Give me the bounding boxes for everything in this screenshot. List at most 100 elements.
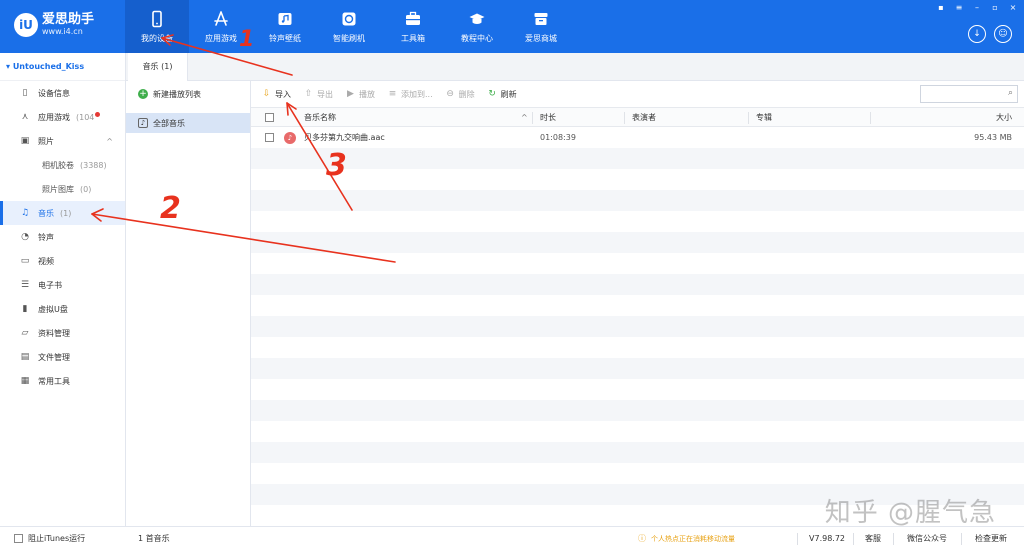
add-to-button[interactable]: ≡ 添加到... <box>387 89 433 100</box>
sidebar-item-ringtones[interactable]: ◔ 铃声 <box>0 225 125 249</box>
select-all-checkbox[interactable] <box>265 113 274 122</box>
table-empty-row <box>251 358 1024 379</box>
menu-button[interactable]: ≡ <box>954 3 964 12</box>
info-icon: ⓘ <box>638 534 646 543</box>
device-name[interactable]: ▾ Untouched_Kiss <box>0 53 125 81</box>
song-size: 95.43 MB <box>974 133 1012 142</box>
header-artist[interactable]: 表演者 <box>632 112 656 123</box>
app-logo: iU 爱思助手 www.i4.cn <box>14 13 94 37</box>
delete-button[interactable]: ⊖ 删除 <box>445 89 474 100</box>
export-button[interactable]: ⇧ 导出 <box>303 89 333 100</box>
watermark: 知乎 @腥气急 <box>824 498 996 528</box>
play-button[interactable]: ▶ 播放 <box>345 89 375 100</box>
sidebar: ▾ Untouched_Kiss ▯ 设备信息 ⋏ 应用游戏 (104 ▣ 照片… <box>0 53 126 526</box>
export-icon: ⇧ <box>304 89 313 99</box>
music-list-icon: ♪ <box>138 118 148 128</box>
table-empty-row <box>251 337 1024 358</box>
nav-apps-games[interactable]: 应用游戏 <box>189 0 253 53</box>
table-empty-row <box>251 253 1024 274</box>
phone-icon <box>152 10 162 27</box>
header-name[interactable]: 音乐名称 <box>304 112 336 123</box>
add-to-icon: ≡ <box>388 89 397 99</box>
table-empty-row <box>251 379 1024 400</box>
import-button[interactable]: ⇩ 导入 <box>261 89 291 100</box>
skin-button[interactable]: ▪ <box>936 3 946 12</box>
song-duration: 01:08:39 <box>540 133 576 142</box>
new-playlist-button[interactable]: + 新建播放列表 <box>126 81 250 107</box>
header-duration[interactable]: 时长 <box>540 112 556 123</box>
sidebar-item-apps[interactable]: ⋏ 应用游戏 (104 <box>0 105 125 129</box>
table-empty-row <box>251 463 1024 484</box>
delete-icon: ⊖ <box>446 89 454 99</box>
plus-icon: + <box>138 89 148 99</box>
row-checkbox[interactable] <box>265 133 274 142</box>
file-icon: ▤ <box>20 352 30 362</box>
table-row[interactable]: ♪ 贝多芬第九交响曲.aac 01:08:39 95.43 MB <box>251 127 1024 148</box>
sidebar-item-device-info[interactable]: ▯ 设备信息 <box>0 81 125 105</box>
sidebar-item-videos[interactable]: ▭ 视频 <box>0 249 125 273</box>
minimize-button[interactable]: – <box>972 3 982 12</box>
toolbox-icon <box>406 11 420 25</box>
search-input[interactable]: ⌕ <box>920 85 1018 103</box>
nav-toolbox[interactable]: 工具箱 <box>381 0 445 53</box>
video-icon: ▭ <box>20 256 30 266</box>
logo-badge: iU <box>14 13 38 37</box>
tab-music[interactable]: 音乐 (1) <box>128 53 188 81</box>
block-itunes-checkbox[interactable] <box>14 534 23 543</box>
music-file-icon: ♪ <box>284 131 296 144</box>
sidebar-item-virtual-usb[interactable]: ▮ 虚拟U盘 <box>0 297 125 321</box>
song-name: 贝多芬第九交响曲.aac <box>304 133 385 142</box>
close-button[interactable]: × <box>1008 3 1018 12</box>
sidebar-item-data-management[interactable]: ▱ 资料管理 <box>0 321 125 345</box>
sidebar-item-common-tools[interactable]: ▦ 常用工具 <box>0 369 125 393</box>
sidebar-item-photos[interactable]: ▣ 照片 ^ <box>0 129 125 153</box>
playlist-panel: + 新建播放列表 ♪ 全部音乐 <box>126 81 251 526</box>
header-size[interactable]: 大小 <box>996 112 1012 123</box>
sidebar-item-ebooks[interactable]: ☰ 电子书 <box>0 273 125 297</box>
table-empty-area <box>251 148 1024 547</box>
table-empty-row <box>251 442 1024 463</box>
header-album[interactable]: 专辑 <box>756 112 772 123</box>
nav-ringtone-wallpaper[interactable]: 铃声壁纸 <box>253 0 317 53</box>
music-note-icon: ♫ <box>20 208 30 218</box>
sidebar-item-music[interactable]: ♫ 音乐 (1) <box>0 201 125 225</box>
maximize-button[interactable]: ▫ <box>990 3 1000 12</box>
playlist-all-music[interactable]: ♪ 全部音乐 <box>126 113 250 133</box>
sidebar-item-file-management[interactable]: ▤ 文件管理 <box>0 345 125 369</box>
usb-drive-icon: ▮ <box>22 304 28 314</box>
wechat-link[interactable]: 微信公众号 <box>907 527 947 550</box>
play-icon: ▶ <box>347 89 354 99</box>
window-controls: ▪ ≡ – ▫ × <box>936 3 1018 12</box>
status-bar: 阻止iTunes运行 1 首音乐 ⓘ 个人热点正在消耗移动流量 V7.98.72… <box>0 526 1024 550</box>
app-store-icon <box>214 10 228 26</box>
notification-dot <box>95 111 101 117</box>
app-url: www.i4.cn <box>42 27 83 36</box>
refresh-button[interactable]: ↻ 刷新 <box>487 89 516 100</box>
table-empty-row <box>251 400 1024 421</box>
import-icon: ⇩ <box>262 89 271 99</box>
nav-store[interactable]: 爱思商城 <box>509 0 573 53</box>
photo-icon: ▣ <box>20 136 30 146</box>
check-update-link[interactable]: 检查更新 <box>975 527 1007 550</box>
folder-icon: ▱ <box>21 328 29 338</box>
nav-smart-flash[interactable]: 智能刷机 <box>317 0 381 53</box>
nav-my-device[interactable]: 我的设备 <box>125 0 189 53</box>
user-icon[interactable]: ☺ <box>994 25 1012 43</box>
sidebar-item-photo-library[interactable]: 照片图库 (0) <box>0 177 125 201</box>
tools-grid-icon: ▦ <box>20 376 30 386</box>
table-empty-row <box>251 169 1024 190</box>
nav-tutorials[interactable]: 教程中心 <box>445 0 509 53</box>
table-empty-row <box>251 295 1024 316</box>
sidebar-item-camera-roll[interactable]: 相机胶卷 (3388) <box>0 153 125 177</box>
ebook-icon: ☰ <box>20 280 30 290</box>
table-empty-row <box>251 190 1024 211</box>
block-itunes-label: 阻止iTunes运行 <box>28 534 86 543</box>
table-empty-row <box>251 421 1024 442</box>
refresh-icon: ↻ <box>488 89 496 99</box>
apps-count: (104 <box>76 112 95 122</box>
collapse-icon[interactable]: ^ <box>106 137 113 146</box>
download-icon[interactable]: ↓ <box>968 25 986 43</box>
search-icon[interactable]: ⌕ <box>1008 88 1013 98</box>
customer-service-link[interactable]: 客服 <box>865 527 881 550</box>
sort-icon[interactable]: ^ <box>521 113 528 122</box>
